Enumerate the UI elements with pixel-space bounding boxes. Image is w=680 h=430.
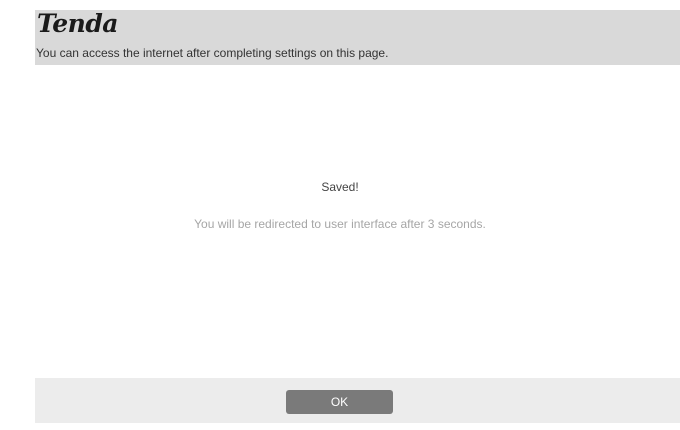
ok-button[interactable]: OK [286,390,393,414]
saved-message: Saved! [321,180,359,194]
redirect-message: You will be redirected to user interface… [194,217,486,231]
tenda-logo: Tenda [37,9,119,38]
header-subtitle: You can access the internet after comple… [36,46,389,60]
